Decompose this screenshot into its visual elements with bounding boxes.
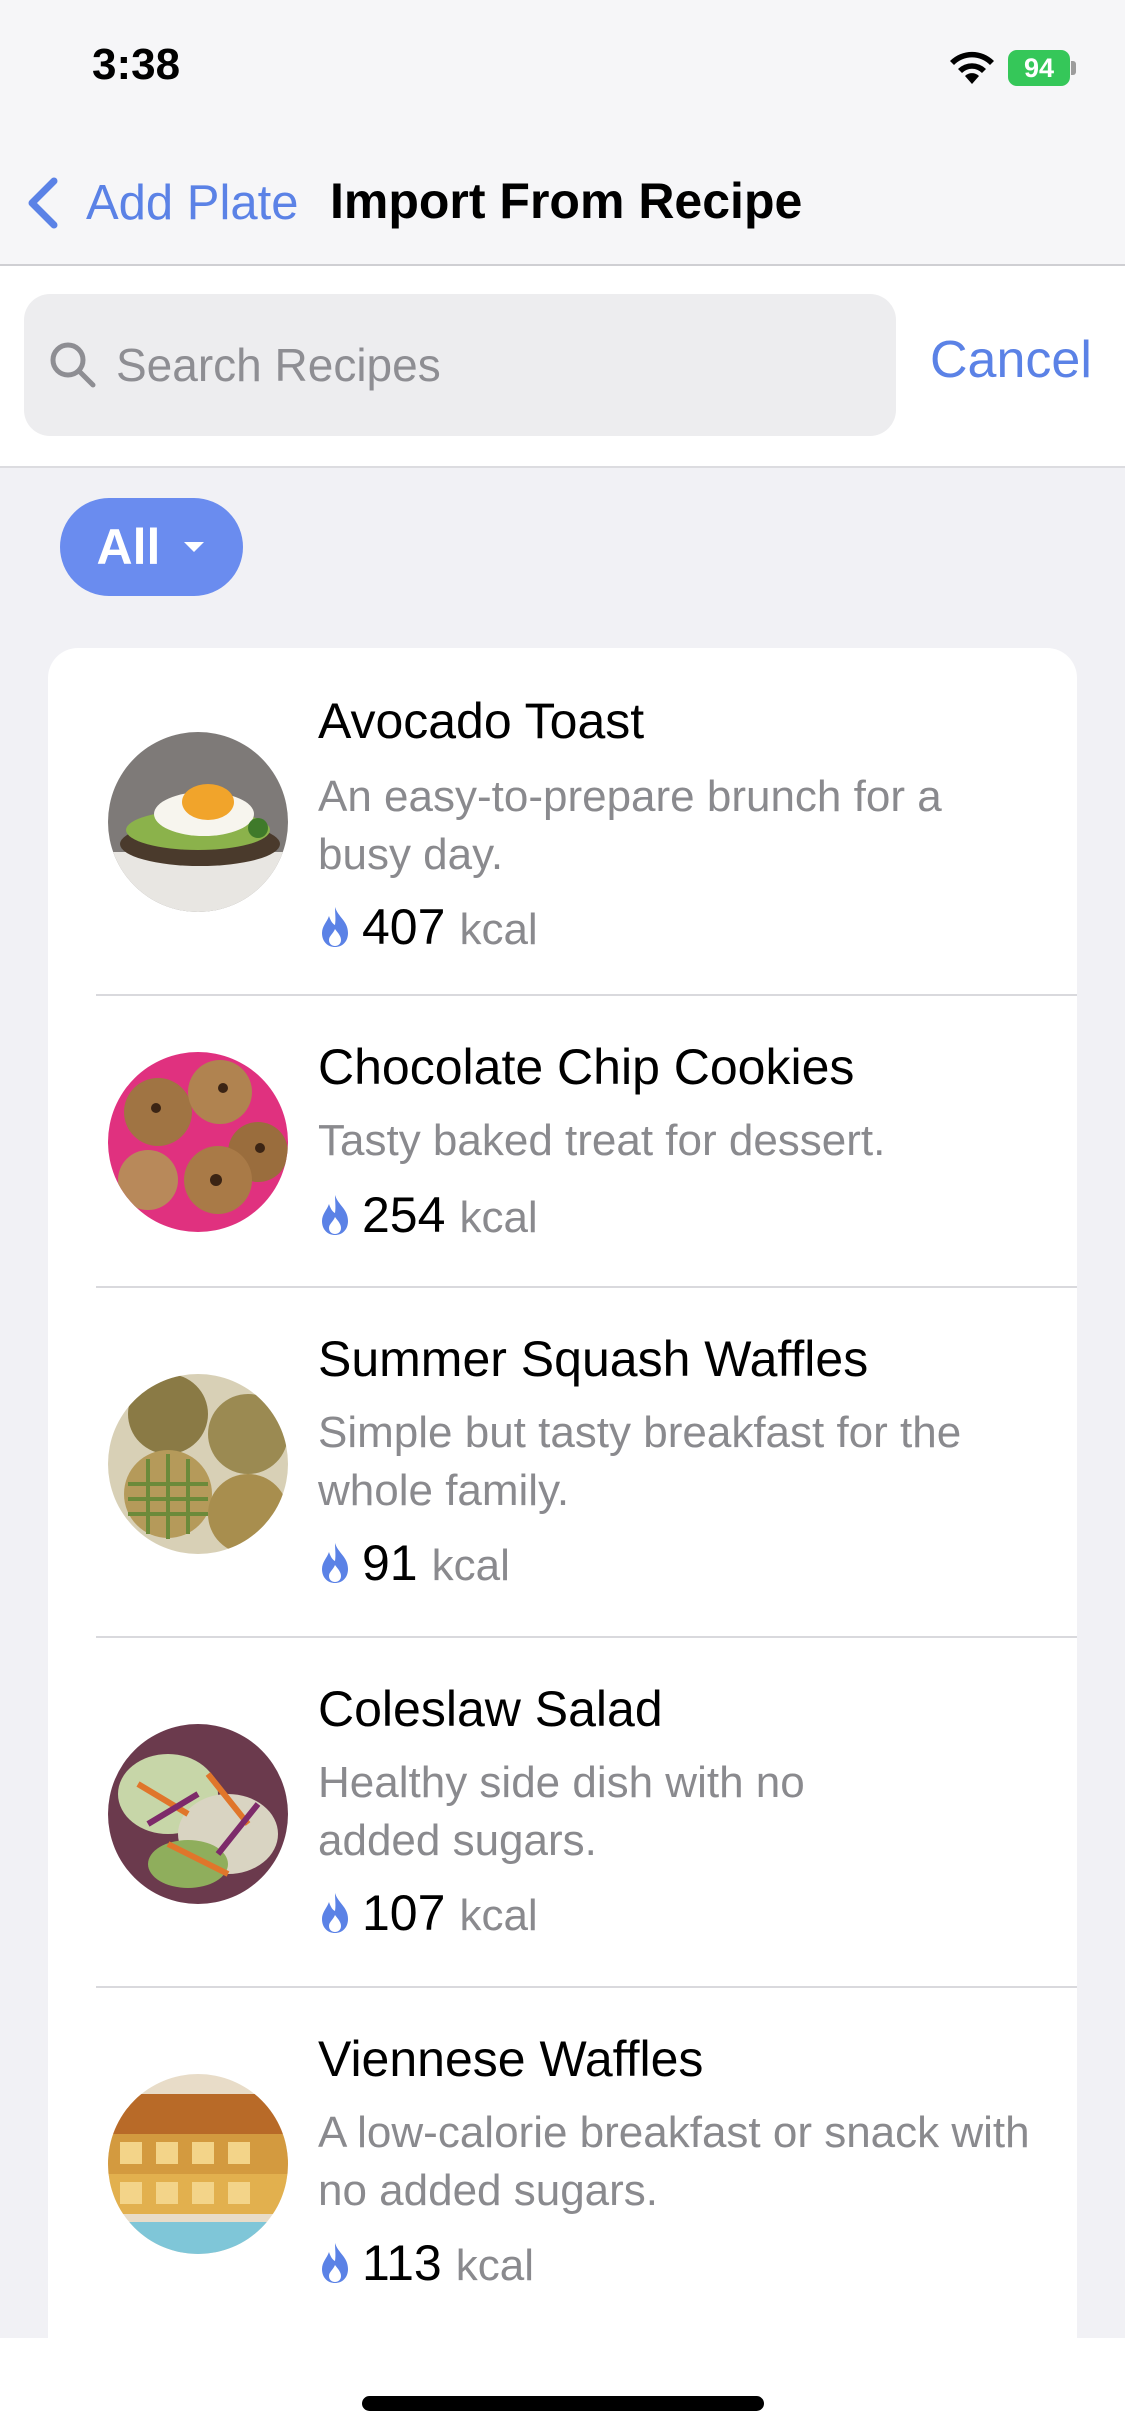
kcal-unit: kcal bbox=[455, 2241, 534, 2290]
home-indicator[interactable] bbox=[362, 2396, 764, 2411]
recipe-row[interactable]: Avocado Toast An easy-to-prepare brunch … bbox=[48, 648, 1077, 996]
kcal-value: 113 bbox=[362, 2235, 442, 2291]
flame-icon bbox=[322, 1543, 348, 1583]
battery-level: 94 bbox=[1008, 50, 1070, 86]
wifi-icon bbox=[950, 51, 994, 84]
cancel-button[interactable]: Cancel bbox=[930, 330, 1092, 390]
status-time: 3:38 bbox=[92, 40, 181, 89]
recipe-description: An easy-to-prepare brunch for a busy day… bbox=[318, 772, 942, 879]
recipe-description: Simple but tasty breakfast for the whole… bbox=[318, 1408, 962, 1515]
status-bar: 3:38 94 bbox=[0, 0, 1125, 140]
kcal-value: 107 bbox=[362, 1885, 446, 1941]
recipe-thumbnail bbox=[108, 1374, 288, 1554]
recipe-row[interactable]: Summer Squash Waffles Simple but tasty b… bbox=[48, 1288, 1077, 1638]
back-button-label: Add Plate bbox=[86, 176, 299, 230]
recipe-row[interactable]: Chocolate Chip Cookies Tasty baked treat… bbox=[48, 996, 1077, 1288]
recipe-description: Tasty baked treat for dessert. bbox=[318, 1116, 886, 1165]
recipe-name: Coleslaw Salad bbox=[318, 1681, 663, 1737]
recipe-calories: 91 kcal bbox=[318, 1534, 510, 1592]
kcal-unit: kcal bbox=[459, 1193, 538, 1242]
squash-waffles-photo bbox=[108, 1374, 288, 1554]
viennese-waffles-photo bbox=[108, 2074, 288, 2254]
coleslaw-photo bbox=[108, 1724, 288, 1904]
flame-icon bbox=[322, 907, 348, 947]
filter-label: All bbox=[96, 519, 161, 575]
search-bar: Cancel bbox=[0, 266, 1125, 468]
recipe-calories: 407 kcal bbox=[318, 898, 538, 956]
recipe-name: Avocado Toast bbox=[318, 693, 645, 749]
recipe-description: Healthy side dish with no added sugars. bbox=[318, 1758, 805, 1865]
flame-icon bbox=[322, 1893, 348, 1933]
kcal-unit: kcal bbox=[431, 1541, 510, 1590]
category-filter-dropdown[interactable]: All bbox=[60, 498, 243, 596]
kcal-unit: kcal bbox=[459, 1891, 538, 1940]
recipe-row[interactable]: Viennese Waffles A low-calorie breakfast… bbox=[48, 1988, 1077, 2338]
recipe-list: Avocado Toast An easy-to-prepare brunch … bbox=[48, 648, 1077, 2338]
recipe-name: Viennese Waffles bbox=[318, 2031, 704, 2087]
chevron-left-icon bbox=[28, 177, 58, 229]
back-button[interactable]: Add Plate bbox=[24, 168, 299, 238]
recipe-thumbnail bbox=[108, 1052, 288, 1232]
page-title: Import From Recipe bbox=[330, 173, 803, 229]
recipe-calories: 113 kcal bbox=[318, 2234, 534, 2292]
search-input[interactable] bbox=[116, 338, 876, 392]
recipe-thumbnail bbox=[108, 2074, 288, 2254]
recipe-description: A low-calorie breakfast or snack with no… bbox=[318, 2108, 1030, 2215]
kcal-value: 407 bbox=[362, 899, 446, 955]
navigation-bar: Add Plate Import From Recipe bbox=[0, 140, 1125, 266]
kcal-value: 91 bbox=[362, 1535, 418, 1591]
bottom-safe-area bbox=[0, 2338, 1125, 2436]
recipe-name: Chocolate Chip Cookies bbox=[318, 1039, 855, 1095]
recipe-row[interactable]: Coleslaw Salad Healthy side dish with no… bbox=[48, 1638, 1077, 1988]
flame-icon bbox=[322, 2243, 348, 2283]
recipe-thumbnail bbox=[108, 1724, 288, 1904]
cookies-photo bbox=[108, 1052, 288, 1232]
recipe-calories: 254 kcal bbox=[318, 1186, 538, 1244]
search-field[interactable] bbox=[24, 294, 896, 436]
caret-down-icon bbox=[184, 542, 205, 552]
search-icon bbox=[50, 342, 96, 388]
recipe-thumbnail bbox=[108, 732, 288, 912]
recipe-calories: 107 kcal bbox=[318, 1884, 538, 1942]
flame-icon bbox=[322, 1195, 348, 1235]
battery-icon: 94 bbox=[1008, 50, 1076, 86]
kcal-value: 254 bbox=[362, 1187, 446, 1243]
kcal-unit: kcal bbox=[459, 905, 538, 954]
recipe-name: Summer Squash Waffles bbox=[318, 1331, 869, 1387]
avocado-toast-photo bbox=[108, 732, 288, 912]
